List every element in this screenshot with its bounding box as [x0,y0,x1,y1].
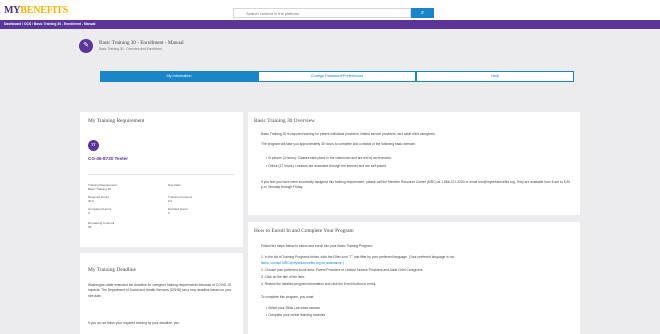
list-item: 2. Choose your preferred focus area: Par… [261,268,423,272]
overview-intro: Basic Training 30 is required training f… [261,132,436,136]
field-value: 30.0 [88,198,94,203]
overview-formats-intro: The program will take you approximately … [261,142,416,146]
enroll-card: How to Enroll In and Complete Your Progr… [248,222,580,334]
search-input[interactable] [233,8,411,18]
field-label: Due Date [168,183,181,187]
enroll-intro: Follow the steps below to select and enr… [261,244,373,248]
field-remaining-to-enroll: Remaining to Enroll 30 [88,221,115,230]
user-name: CG-46-8730 Tester [88,156,129,161]
field-label: Completed Hours [88,207,112,211]
overview-contact: If you feel you have been incorrectly as… [261,180,571,190]
overview-title: Basic Training 30 Overview [254,118,315,124]
search-button[interactable]: ⌕ [411,8,434,18]
course-icon: ✎ [79,39,93,53]
field-value: 30 [88,224,92,229]
field-enrolled-hours: Enrolled Hours 0 [168,207,188,216]
list-item: • Select your Skills Lab class session [266,306,321,310]
tab-change-password[interactable]: Change Password/Preferences [258,71,416,82]
list-item: 4. Review the detailed program informati… [261,282,377,286]
search-icon: ⌕ [420,10,425,16]
tab-my-information[interactable]: My Information [100,71,258,82]
list-item: • Complete your online learning modules [266,313,326,317]
breadcrumb[interactable]: Dashboard / OCS / Basic Training 30 - En… [4,22,95,26]
list-item: • In person (3 hours): Classes take plac… [266,156,392,160]
field-value: 0.0 [168,198,173,203]
bullet-text: Online (27 hours): Lessons are accessed … [268,164,387,168]
complete-intro: To complete this program, you must: [261,295,315,299]
field-transferred-hours: Transferred Hours 0.0 [168,195,192,204]
course-subtitle: Basic Training 30 - Overview and Enrollm… [99,47,162,51]
training-requirement-card: My Training Requirement TT CG-46-8730 Te… [80,112,243,247]
course-title: Basic Training 30 - Enrollment - Manual [99,40,184,46]
bullet-text: Select your Skills Lab class session [268,306,321,310]
deadline-paragraph-2: If you do not finish your required train… [88,321,180,325]
tab-bar: My Information Change Password/Preferenc… [100,71,574,82]
enroll-title: How to Enroll In and Complete Your Progr… [254,228,354,234]
site-logo[interactable]: MYBENEFITS [4,5,68,16]
field-completed-hours: Completed Hours 0 [88,207,112,216]
avatar: TT [88,140,99,151]
logo-benefits: BENEFITS [20,5,69,16]
overview-card: Basic Training 30 Overview Basic Trainin… [248,112,580,215]
divider [88,174,235,175]
field-required-hours: Required Hours 30.0 [88,195,109,204]
training-deadline-card: My Training Deadline Washington state ex… [80,253,243,334]
field-value: Basic Training 30 [88,186,112,191]
list-item: • Online (27 hours): Lessons are accesse… [266,164,387,168]
field-due-date: Due Date [168,183,181,188]
requirement-title: My Training Requirement [88,118,145,124]
field-value: 0 [88,210,90,215]
field-training-requirement: Training Requirement Basic Training 30 [88,183,117,192]
list-item: 1. In the list of Training Programs belo… [261,255,455,259]
deadline-title: My Training Deadline [88,267,136,273]
tab-help[interactable]: Help [416,71,574,82]
field-label: Remaining to Enroll [88,221,115,225]
bullet-text: Complete your online learning modules [268,313,326,317]
field-label: Enrolled Hours [168,207,188,211]
mrc-email-link[interactable]: listed, contact MRC@myseiubenefits.org f… [261,261,344,265]
top-header: MYBENEFITS ⌕ [0,0,660,20]
logo-my: MY [4,5,21,16]
nav-bar: Dashboard / OCS / Basic Training 30 - En… [0,20,660,29]
course-header: ✎ Basic Training 30 - Enrollment - Manua… [75,36,585,60]
list-item: 3. Click on the title of the item. [261,275,306,279]
field-value: 0 [168,210,170,215]
bullet-text: In person (3 hours): Classes take place … [268,156,392,160]
deadline-paragraph: Washington state extended the deadline f… [88,283,232,298]
